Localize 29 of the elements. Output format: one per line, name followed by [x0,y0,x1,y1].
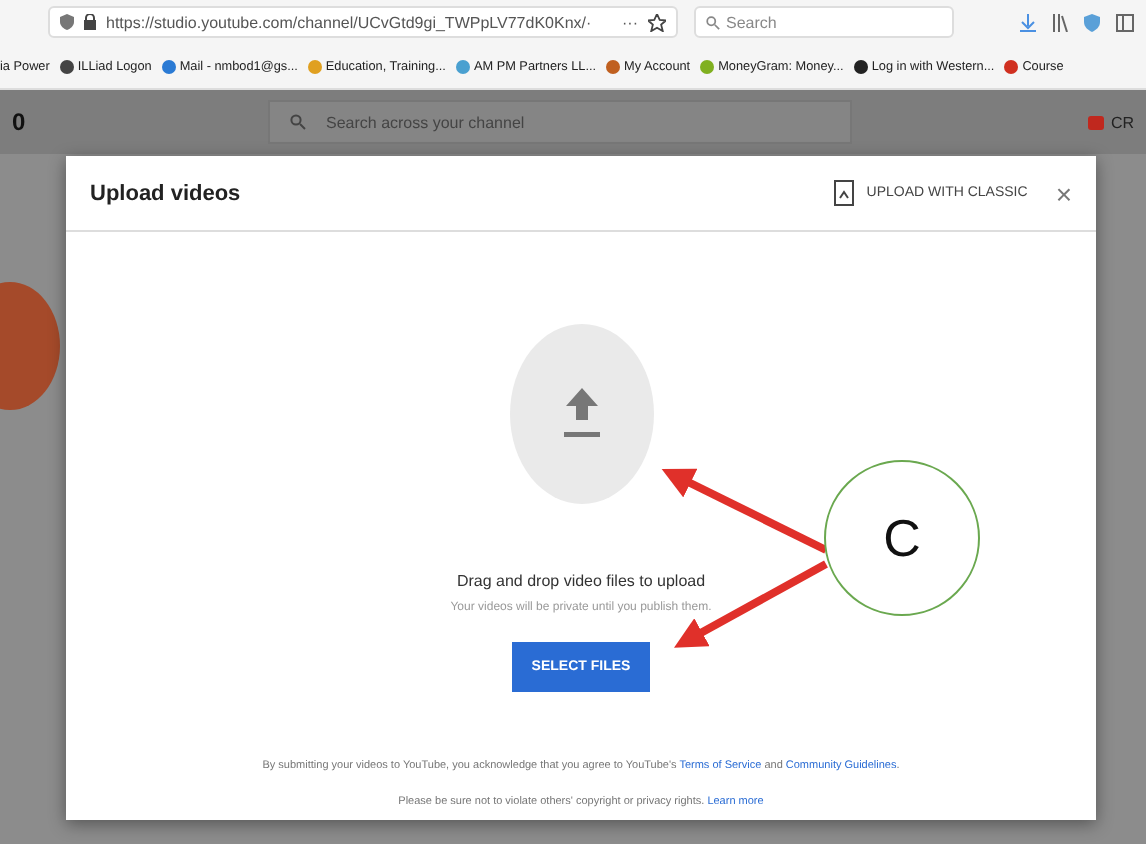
site-favicon-icon [1004,59,1019,73]
phone-upload-icon [834,180,855,206]
drop-instruction: Drag and drop video files to upload [456,572,706,590]
shield-icon[interactable] [1084,13,1100,31]
url-text: https://studio.youtube.com/channel/UCvGtd9gi_TWPpLV77dK0Knx/· [106,13,594,31]
library-icon[interactable] [1052,13,1068,31]
browser-search-field[interactable]: Search [694,6,954,38]
search-icon [290,114,306,130]
bookmark-star-icon[interactable] [648,13,666,31]
site-favicon-icon [161,59,176,73]
site-favicon-icon [307,59,322,73]
site-favicon-icon [700,59,715,73]
download-icon[interactable] [1020,13,1036,31]
close-button[interactable]: × [1055,177,1072,209]
create-button[interactable]: CR [1088,113,1134,131]
site-favicon-icon [606,59,621,73]
dialog-title: Upload videos [90,181,241,205]
sidebar-icon[interactable] [1116,13,1134,31]
site-favicon-icon [853,59,868,73]
more-menu[interactable]: ··· [622,13,638,31]
logo-fragment: 0 [12,108,28,136]
search-icon [706,15,720,29]
upload-icon [563,388,599,440]
lock-icon [84,14,96,30]
address-bar[interactable]: https://studio.youtube.com/channel/UCvGtd9gi_TWPpLV77dK0Knx/· ··· [48,6,678,38]
site-favicon-icon [455,59,470,73]
site-favicon-icon [59,59,74,73]
video-camera-icon [1088,115,1105,129]
shield-icon [60,14,74,30]
